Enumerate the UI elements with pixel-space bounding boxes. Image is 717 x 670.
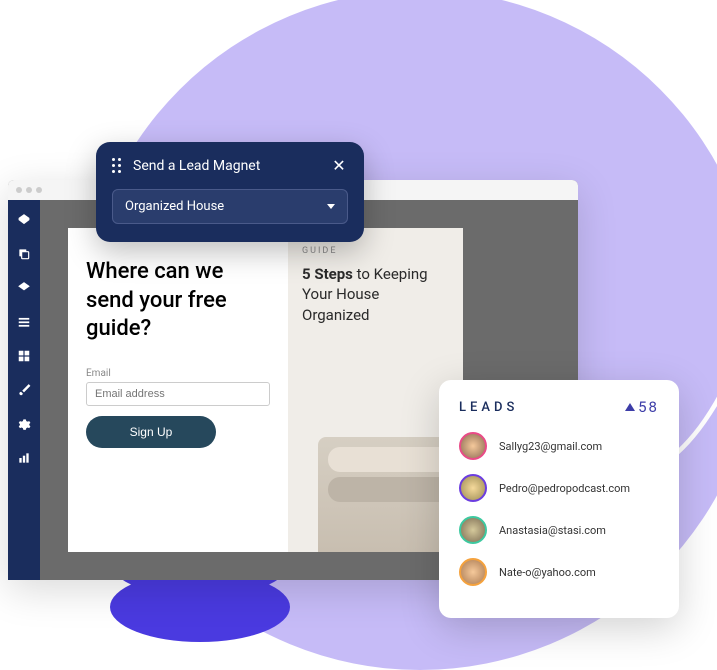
chart-icon[interactable] <box>16 450 32 466</box>
lead-row[interactable]: Sallyg23@gmail.com <box>459 432 659 460</box>
email-field[interactable] <box>86 382 270 406</box>
lead-email: Nate-o@yahoo.com <box>499 566 596 579</box>
layers-icon[interactable] <box>16 212 32 228</box>
window-dot <box>16 187 22 193</box>
magnet-dropdown[interactable]: Organized House <box>112 189 348 224</box>
form-heading: Where can we send your free guide? <box>86 258 270 344</box>
lead-row[interactable]: Pedro@pedropodcast.com <box>459 474 659 502</box>
copy-icon[interactable] <box>16 246 32 262</box>
avatar <box>459 474 487 502</box>
signup-button[interactable]: Sign Up <box>86 416 216 448</box>
rows-icon[interactable] <box>16 314 32 330</box>
form-panel: Where can we send your free guide? Email… <box>68 228 288 552</box>
guide-eyebrow: GUIDE <box>302 246 449 256</box>
leads-title: LEADS <box>459 400 518 415</box>
email-label: Email <box>86 368 270 379</box>
leads-count: 58 <box>625 398 659 416</box>
avatar <box>459 516 487 544</box>
guide-panel: GUIDE 5 Steps to Keeping Your House Orga… <box>288 228 463 552</box>
lead-magnet-popup: Send a Lead Magnet ✕ Organized House <box>96 142 364 242</box>
up-triangle-icon <box>625 403 635 411</box>
leads-count-value: 58 <box>638 398 659 416</box>
popup-header: Send a Lead Magnet ✕ <box>112 156 348 175</box>
lead-email: Sallyg23@gmail.com <box>499 440 602 453</box>
guide-title: 5 Steps to Keeping Your House Organized <box>302 264 449 325</box>
window-dot <box>26 187 32 193</box>
avatar <box>459 558 487 586</box>
drag-handle-icon[interactable] <box>112 158 121 173</box>
lead-row[interactable]: Nate-o@yahoo.com <box>459 558 659 586</box>
lead-row[interactable]: Anastasia@stasi.com <box>459 516 659 544</box>
decor-blob-2 <box>110 572 290 642</box>
brush-icon[interactable] <box>16 382 32 398</box>
window-dot <box>36 187 42 193</box>
chevron-down-icon <box>327 204 335 209</box>
leads-header: LEADS 58 <box>459 398 659 416</box>
gear-icon[interactable] <box>16 416 32 432</box>
close-icon[interactable]: ✕ <box>330 156 348 175</box>
lead-email: Anastasia@stasi.com <box>499 524 606 537</box>
dropdown-value: Organized House <box>125 199 224 214</box>
layers2-icon[interactable] <box>16 280 32 296</box>
leads-card: LEADS 58 Sallyg23@gmail.com Pedro@pedrop… <box>439 380 679 618</box>
avatar <box>459 432 487 460</box>
grid-icon[interactable] <box>16 348 32 364</box>
popup-title: Send a Lead Magnet <box>133 158 318 174</box>
editor-sidebar <box>8 200 40 580</box>
lead-email: Pedro@pedropodcast.com <box>499 482 630 495</box>
